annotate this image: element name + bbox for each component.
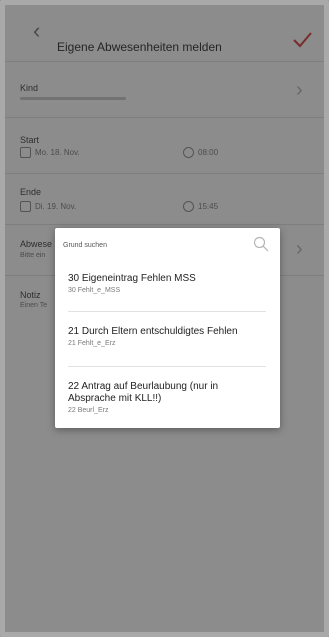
- item-title: 30 Eigeneintrag Fehlen MSS: [68, 273, 196, 284]
- list-item[interactable]: 30 Eigeneintrag Fehlen MSS 30 Fehlt_e_MS…: [68, 273, 266, 294]
- search-input[interactable]: Grund suchen: [63, 242, 107, 249]
- item-title: 21 Durch Eltern entschuldigtes Fehlen: [68, 326, 238, 337]
- list-item[interactable]: 22 Antrag auf Beurlaubung (nur in Abspra…: [68, 381, 266, 414]
- divider: [68, 366, 266, 367]
- item-title: 22 Antrag auf Beurlaubung (nur in Abspra…: [68, 381, 219, 404]
- item-code: 21 Fehlt_e_Erz: [68, 340, 116, 347]
- list-item[interactable]: 21 Durch Eltern entschuldigtes Fehlen 21…: [68, 326, 266, 347]
- screen: ‹ Eigene Abwesenheiten melden Kind › Sta…: [5, 5, 324, 632]
- search-icon[interactable]: [253, 236, 269, 252]
- reason-picker-dialog: Grund suchen 30 Eigeneintrag Fehlen MSS …: [55, 228, 280, 428]
- item-code: 22 Beurl_Erz: [68, 407, 109, 414]
- item-code: 30 Fehlt_e_MSS: [68, 287, 121, 294]
- divider: [68, 311, 266, 312]
